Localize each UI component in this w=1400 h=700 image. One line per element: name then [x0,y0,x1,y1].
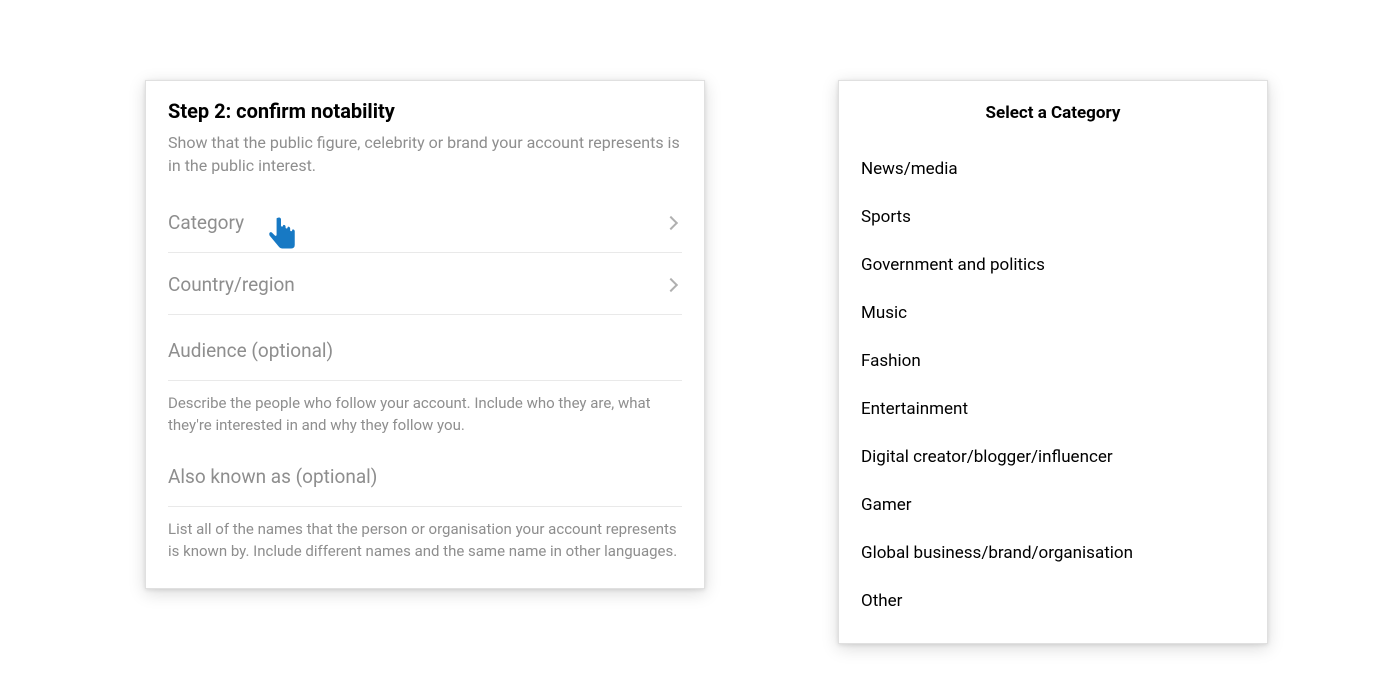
step-title: Step 2: confirm notability [168,99,682,123]
audience-section-label: Audience (optional) [168,315,682,381]
category-option[interactable]: Entertainment [861,385,1245,433]
category-option[interactable]: Digital creator/blogger/influencer [861,433,1245,481]
chevron-right-icon [664,278,678,292]
chevron-right-icon [664,216,678,230]
category-option[interactable]: Global business/brand/organisation [861,529,1245,577]
category-option[interactable]: Sports [861,193,1245,241]
category-select-label: Category [168,211,244,234]
audience-helper-text: Describe the people who follow your acco… [168,381,682,441]
pointer-hand-icon [260,211,304,255]
category-option[interactable]: Music [861,289,1245,337]
category-option[interactable]: Gamer [861,481,1245,529]
aka-section-label: Also known as (optional) [168,441,682,507]
category-picker-title: Select a Category [861,103,1245,123]
category-select-row[interactable]: Category [168,191,682,253]
category-option[interactable]: Other [861,577,1245,625]
aka-helper-text: List all of the names that the person or… [168,507,682,567]
notability-form-card: Step 2: confirm notability Show that the… [145,80,705,589]
category-option[interactable]: Fashion [861,337,1245,385]
country-select-label: Country/region [168,273,295,296]
category-option[interactable]: News/media [861,145,1245,193]
category-option[interactable]: Government and politics [861,241,1245,289]
step-subtitle: Show that the public figure, celebrity o… [168,131,682,177]
category-picker-card: Select a Category News/media Sports Gove… [838,80,1268,644]
country-select-row[interactable]: Country/region [168,253,682,315]
